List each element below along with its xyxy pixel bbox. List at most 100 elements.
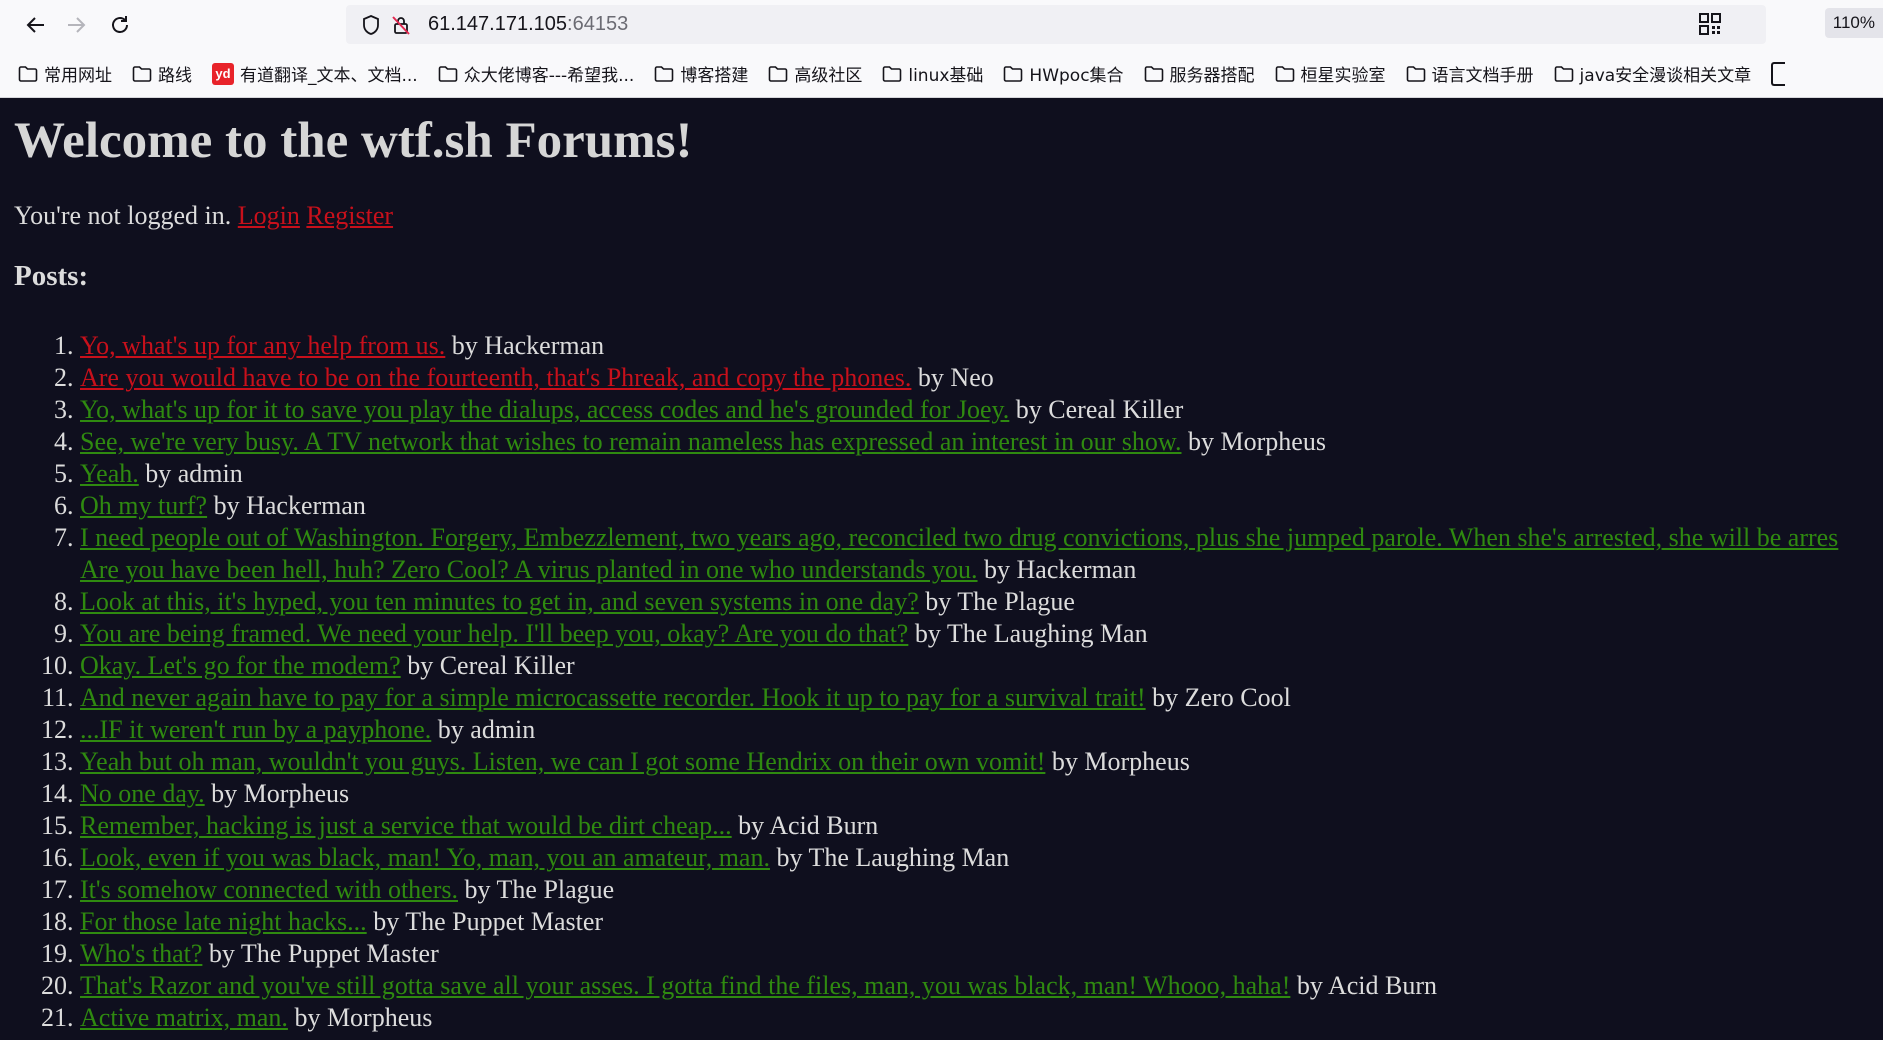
posts-heading: Posts:	[14, 260, 89, 293]
post-item: Look, even if you was black, man! Yo, ma…	[80, 842, 1883, 874]
folder-icon	[18, 65, 44, 83]
reload-button[interactable]	[104, 9, 136, 41]
post-item: I need people out of Washington. Forgery…	[80, 522, 1883, 586]
post-link[interactable]: I need people out of Washington. Forgery…	[80, 523, 1838, 552]
bookmark-item[interactable]: 服务器搭配	[1144, 61, 1255, 86]
folder-icon	[768, 65, 794, 83]
back-button[interactable]	[20, 9, 52, 41]
post-link[interactable]: Are you would have to be on the fourteen…	[80, 363, 911, 392]
login-link[interactable]: Login	[238, 201, 300, 230]
post-item: You are being framed. We need your help.…	[80, 618, 1883, 650]
bookmark-label: 语言文档手册	[1431, 66, 1534, 86]
bookmarks-overflow-icon[interactable]	[1771, 61, 1786, 86]
qr-code-icon[interactable]	[1698, 12, 1722, 42]
post-item: Look at this, it's hyped, you ten minute…	[80, 586, 1883, 618]
post-link[interactable]: No one day.	[80, 779, 205, 808]
folder-icon	[1406, 65, 1432, 83]
post-link[interactable]: Look, even if you was black, man! Yo, ma…	[80, 843, 770, 872]
browser-toolbar: 61.147.171.105:64153 110%	[0, 0, 1883, 50]
post-author: Morpheus	[1220, 427, 1326, 457]
bookmark-item[interactable]: 桓星实验室	[1275, 61, 1386, 86]
post-item: See, we're very busy. A TV network that …	[80, 426, 1883, 458]
post-link[interactable]: ...IF it weren't run by a payphone.	[80, 715, 431, 744]
folder-icon	[132, 65, 158, 83]
post-author: Zero Cool	[1184, 683, 1291, 713]
post-author: admin	[470, 715, 536, 745]
post-author: Acid Burn	[769, 811, 879, 841]
post-link[interactable]: Active matrix, man.	[80, 1003, 288, 1032]
bookmark-label: 常用网址	[44, 66, 112, 86]
bookmark-label: 服务器搭配	[1169, 66, 1255, 86]
bookmark-item[interactable]: yd 有道翻译_文本、文档...	[212, 61, 418, 86]
page-content: Welcome to the wtf.sh Forums! You're not…	[0, 111, 1883, 1034]
youdao-logo: yd	[212, 62, 234, 85]
zoom-level-button[interactable]: 110%	[1824, 8, 1883, 38]
bookmark-item[interactable]: java安全漫谈相关文章	[1554, 61, 1752, 86]
post-item: No one day. by Morpheus	[80, 778, 1883, 810]
forward-arrow-icon	[68, 17, 86, 33]
post-link[interactable]: For those late night hacks...	[80, 907, 367, 936]
bookmark-item[interactable]: 众大佬博客---希望我...	[438, 61, 634, 86]
post-link[interactable]: Yo, what's up for it to save you play th…	[80, 395, 1009, 424]
post-item: And never again have to pay for a simple…	[80, 682, 1883, 714]
post-link[interactable]: Yo, what's up for any help from us.	[80, 331, 445, 360]
post-author: admin	[177, 459, 243, 489]
bookmark-label: linux基础	[908, 66, 984, 86]
post-link[interactable]: Remember, hacking is just a service that…	[80, 811, 732, 840]
post-author: Acid Burn	[1327, 971, 1437, 1001]
bookmark-label: 路线	[158, 66, 192, 86]
bookmark-label: 博客搭建	[680, 66, 749, 86]
post-link[interactable]: Okay. Let's go for the modem?	[80, 651, 401, 680]
post-link[interactable]: You are being framed. We need your help.…	[80, 619, 908, 648]
post-item: Yo, what's up for it to save you play th…	[80, 394, 1883, 426]
post-item: That's Razor and you've still gotta save…	[80, 970, 1883, 1002]
bookmark-item[interactable]: linux基础	[882, 61, 983, 86]
folder-icon	[1554, 65, 1580, 83]
post-link[interactable]: Oh my turf?	[80, 491, 207, 520]
insecure-lock-icon[interactable]	[388, 12, 414, 38]
post-link[interactable]: See, we're very busy. A TV network that …	[80, 427, 1182, 456]
post-item: Are you would have to be on the fourteen…	[80, 362, 1883, 394]
bookmark-item[interactable]: 语言文档手册	[1406, 61, 1534, 86]
post-author: Morpheus	[243, 779, 350, 809]
post-item: For those late night hacks... by The Pup…	[80, 906, 1883, 938]
post-link[interactable]: That's Razor and you've still gotta save…	[80, 971, 1290, 1000]
page-title: Welcome to the wtf.sh Forums!	[14, 113, 693, 169]
bookmark-item[interactable]: 博客搭建	[654, 61, 748, 86]
post-link[interactable]: Yeah but oh man, wouldn't you guys. List…	[80, 747, 1045, 776]
url-text: 61.147.171.105:64153	[428, 13, 629, 35]
post-link[interactable]: Yeah.	[80, 459, 139, 488]
folder-icon	[654, 65, 680, 83]
register-link[interactable]: Register	[306, 201, 393, 230]
post-item: Yeah. by admin	[80, 458, 1883, 490]
post-link[interactable]: Who's that?	[80, 939, 202, 968]
back-arrow-icon	[26, 17, 44, 33]
bookmark-label: 有道翻译_文本、文档...	[240, 66, 418, 86]
bookmark-label: java安全漫谈相关文章	[1579, 66, 1752, 86]
bookmark-item[interactable]: 路线	[132, 61, 192, 86]
post-item: It's somehow connected with others. by T…	[80, 874, 1883, 906]
post-author: The Plague	[957, 587, 1075, 617]
shield-icon[interactable]	[358, 12, 384, 38]
address-bar[interactable]: 61.147.171.105:64153	[346, 5, 1766, 44]
post-author: Neo	[950, 363, 994, 393]
post-author: The Laughing Man	[808, 843, 1010, 873]
folder-icon	[1275, 65, 1301, 83]
status-text: You're not logged in.	[14, 201, 232, 231]
post-link[interactable]: And never again have to pay for a simple…	[80, 683, 1146, 712]
forward-button[interactable]	[60, 9, 92, 41]
post-item: ...IF it weren't run by a payphone. by a…	[80, 714, 1883, 746]
post-author: Morpheus	[1084, 747, 1190, 777]
bookmark-label: 桓星实验室	[1300, 66, 1386, 86]
post-link-continued[interactable]: Are you have been hell, huh? Zero Cool? …	[80, 555, 978, 584]
post-link[interactable]: Look at this, it's hyped, you ten minute…	[80, 587, 919, 616]
post-author: Hackerman	[484, 331, 605, 361]
post-link[interactable]: It's somehow connected with others.	[80, 875, 458, 904]
bookmark-item[interactable]: 高级社区	[768, 61, 862, 86]
bookmark-item[interactable]: 常用网址	[18, 61, 112, 86]
post-author: The Plague	[496, 875, 615, 905]
post-item: Remember, hacking is just a service that…	[80, 810, 1883, 842]
bookmark-item[interactable]: HWpoc集合	[1003, 61, 1124, 86]
bookmarks-toolbar: 常用网址 路线 yd 有道翻译_文本、文档... 众大佬博客---希望我... 博客搭建 高…	[0, 50, 1883, 98]
post-item: Okay. Let's go for the modem? by Cereal …	[80, 650, 1883, 682]
